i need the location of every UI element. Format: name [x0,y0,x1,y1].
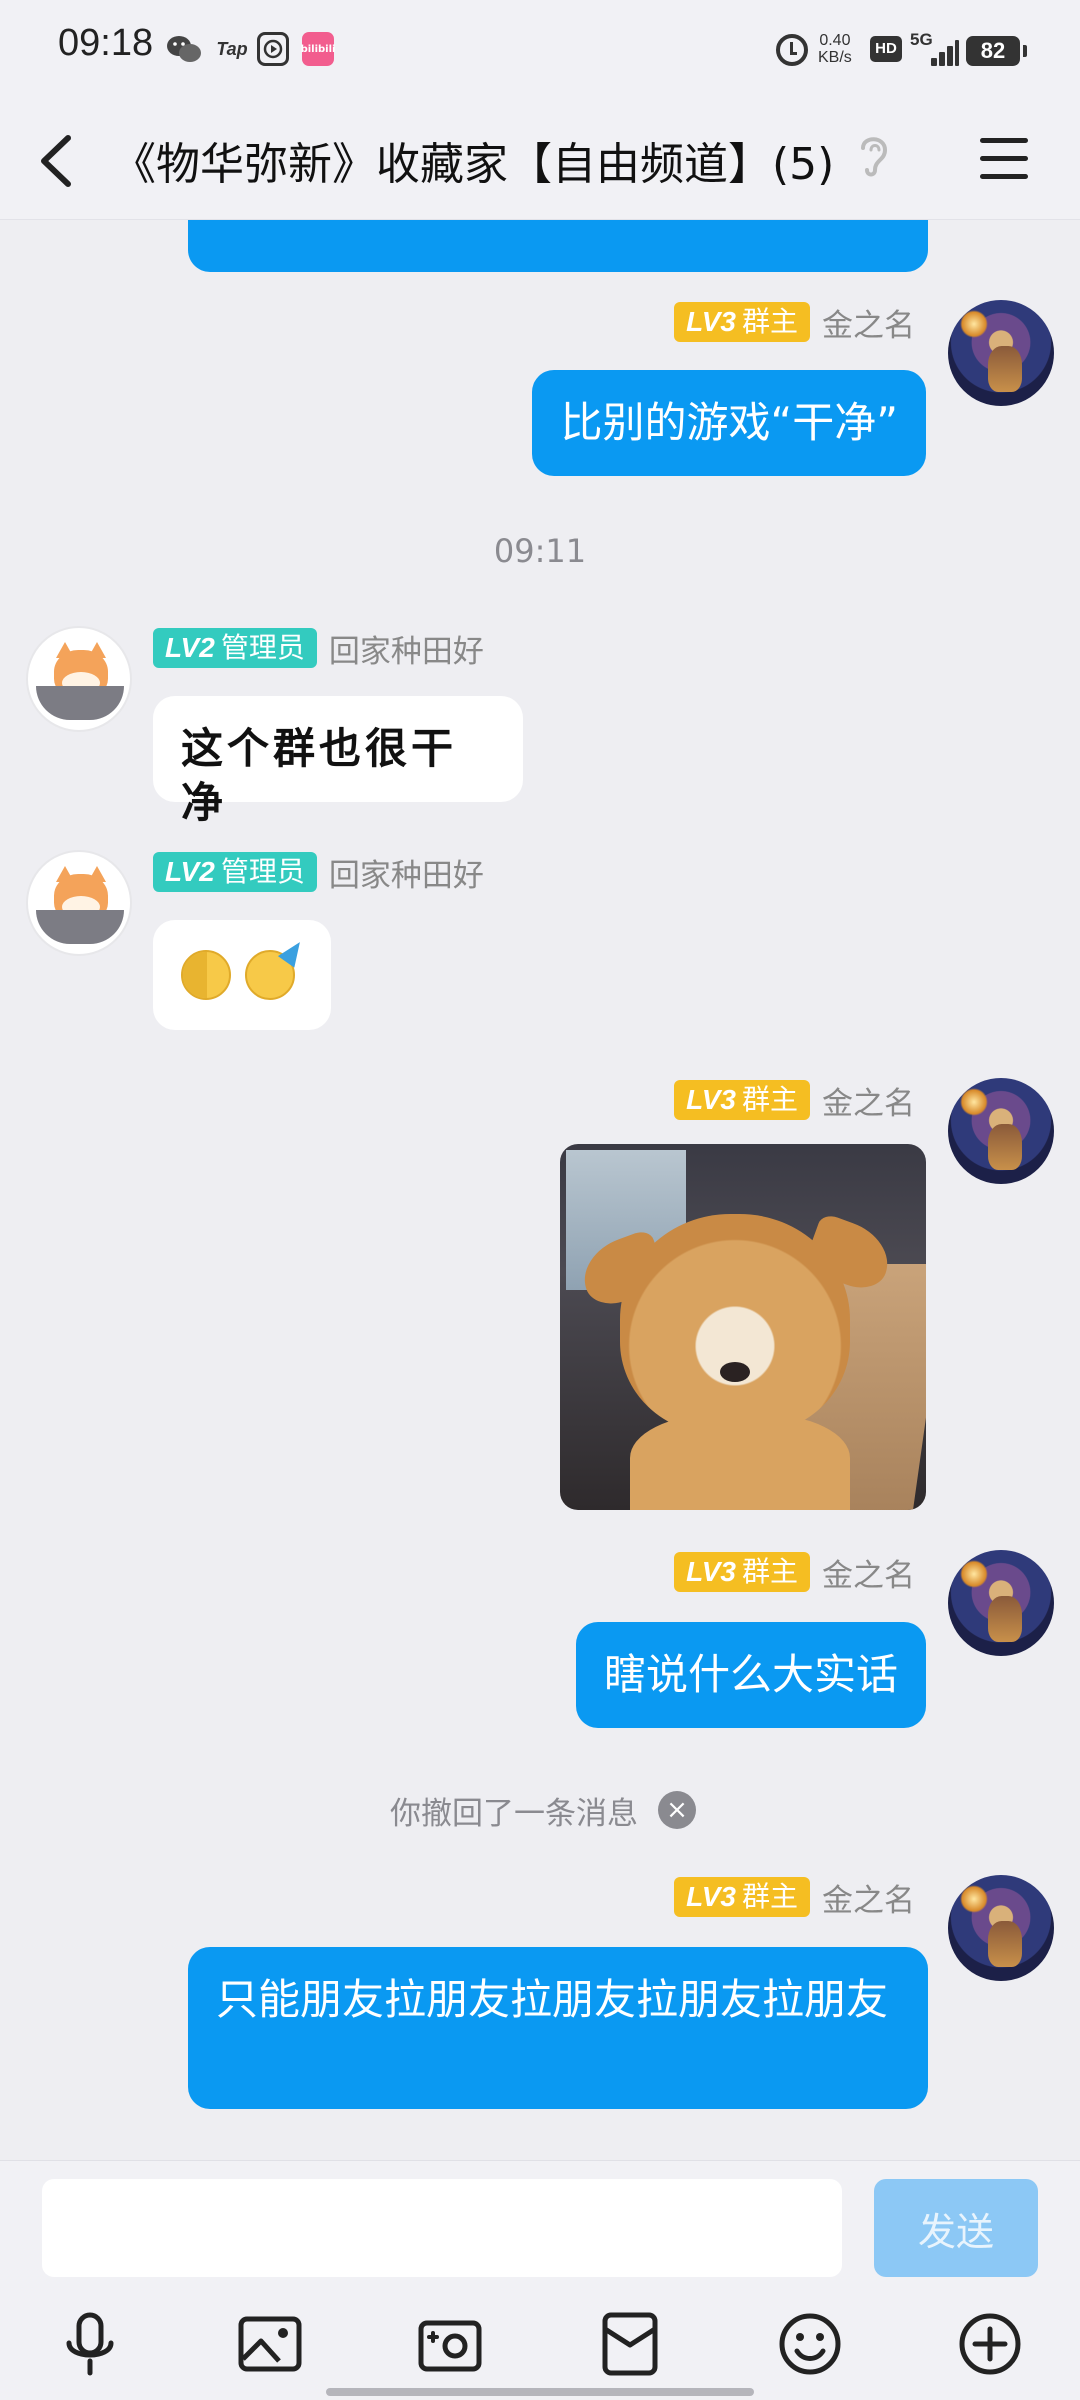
battery-indicator: 82 [966,36,1027,66]
image-icon[interactable] [235,2309,305,2379]
status-bar: 09:18 Tap bilibili 0.40 KB/s HD 5G 82 [0,0,1080,100]
time-divider: 09:11 [493,532,587,570]
role-badge: LV3 群主 [674,1552,810,1592]
level-label: LV3 [686,306,736,337]
home-indicator[interactable] [326,2388,754,2396]
plus-icon[interactable] [955,2309,1025,2379]
role-label: 管理员 [220,631,305,664]
hd-icon: HD [870,36,902,62]
message-bubble[interactable]: 这个群也很干净 [153,696,523,827]
avatar[interactable] [948,1875,1054,1981]
role-badge: LV3 群主 [674,1877,810,1917]
message-text: 比别的游戏“干净” [560,398,898,447]
back-arrow-icon[interactable] [34,134,84,188]
network-speed: 0.40 KB/s [818,32,852,66]
ear-icon[interactable] [855,130,891,180]
message-text: 瞎说什么大实话 [603,1650,898,1699]
message-bubble[interactable]: 比别的游戏“干净” [532,370,926,476]
role-label: 群主 [741,1083,798,1116]
tap-app-icon: Tap [216,38,248,59]
close-icon[interactable]: × [658,1791,696,1829]
avatar[interactable] [26,626,132,732]
avatar[interactable] [26,850,132,956]
alarm-icon [776,34,808,66]
recall-text: 你撤回了一条消息 [390,1795,638,1832]
sender-info: LV2 管理员 回家种田好 [153,850,484,895]
speed-value: 0.40 [819,32,851,49]
input-bar: 发送 [0,2160,1080,2400]
wechat-icon [166,32,202,66]
role-label: 群主 [741,1880,798,1913]
sender-info: LV3 群主 金之名 [674,1875,915,1920]
message-input[interactable] [42,2179,842,2277]
level-label: LV2 [165,856,215,887]
thinking-face-icon [181,950,231,1000]
send-button[interactable]: 发送 [874,2179,1038,2277]
shiba-dog-image[interactable] [560,1144,926,1510]
sender-info: LV3 群主 金之名 [674,300,915,345]
status-time: 09:18 [58,22,154,64]
sender-name[interactable]: 回家种田好 [329,626,484,671]
sender-info: LV2 管理员 回家种田好 [153,626,484,671]
role-label: 管理员 [220,855,305,888]
bilibili-icon: bilibili [301,32,335,66]
role-badge: LV2 管理员 [153,628,317,668]
avatar[interactable] [948,1078,1054,1184]
level-label: LV3 [686,1084,736,1115]
sender-info: LV3 群主 金之名 [674,1078,915,1123]
chat-title[interactable]: 《物华弥新》收藏家【自由频道】(5) [112,128,834,192]
camera-icon[interactable] [415,2309,485,2379]
speed-unit: KB/s [818,49,852,66]
level-label: LV2 [165,632,215,663]
message-bubble[interactable]: 瞎说什么大实话 [575,1622,926,1728]
avatar[interactable] [948,1550,1054,1656]
role-badge: LV2 管理员 [153,852,317,892]
message-text: 这个群也很干净 [181,724,458,827]
level-label: LV3 [686,1556,736,1587]
signal-icon [925,38,959,66]
sender-name[interactable]: 金之名 [822,300,915,345]
sender-name[interactable]: 金之名 [822,1875,915,1920]
role-badge: LV3 群主 [674,302,810,342]
partying-face-icon [245,950,295,1000]
emoji-icon[interactable] [775,2309,845,2379]
sender-name[interactable]: 金之名 [822,1078,915,1123]
sender-name[interactable]: 金之名 [822,1550,915,1595]
role-label: 群主 [741,1555,798,1588]
message-list[interactable]: LV3 群主 金之名 比别的游戏“干净” 09:11 LV2 管理员 回家种田好 这… [0,220,1080,2160]
role-badge: LV3 群主 [674,1080,810,1120]
red-packet-icon[interactable] [595,2309,665,2379]
sender-name[interactable]: 回家种田好 [329,850,484,895]
avatar[interactable] [948,300,1054,406]
message-bubble[interactable]: 只能朋友拉朋友拉朋友拉朋友拉朋友 [188,1947,928,2109]
sender-info: LV3 群主 金之名 [674,1550,915,1595]
video-app-icon [257,32,289,66]
recall-notice: 你撤回了一条消息 × [390,1785,696,1835]
menu-icon[interactable] [980,138,1028,180]
message-text: 只能朋友拉朋友拉朋友拉朋友拉朋友 [216,1975,889,2024]
message-bubble[interactable] [153,920,331,1030]
microphone-icon[interactable] [55,2309,125,2379]
role-label: 群主 [741,305,798,338]
level-label: LV3 [686,1881,736,1912]
message-bubble-partial[interactable] [188,220,928,272]
chat-header: 《物华弥新》收藏家【自由频道】(5) [0,100,1080,220]
